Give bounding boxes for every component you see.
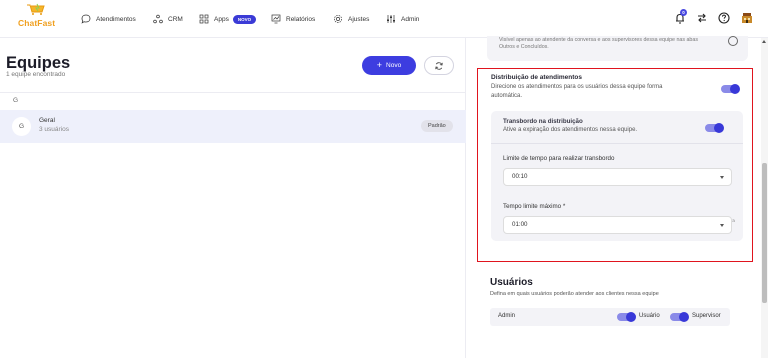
distribution-section: Distribuição de atendimentos Direcione o…: [477, 68, 753, 262]
time-limit-label: Limite de tempo para realizar transbordo: [503, 155, 615, 162]
store-avatar-icon: [742, 13, 752, 23]
nav-relatorios[interactable]: Relatórios: [271, 12, 315, 26]
nav-label: Atendimentos: [96, 15, 136, 23]
transfer-button[interactable]: [695, 11, 709, 25]
supervisor-role-toggle[interactable]: [670, 312, 689, 322]
help-icon: [718, 12, 730, 24]
visibility-option-text: Visível apenas ao atendente da conversa …: [499, 37, 698, 50]
chevron-down-icon: [720, 224, 724, 227]
team-name: Geral: [39, 117, 55, 124]
user-role-label: Usuário: [639, 313, 660, 319]
plus-icon: +: [376, 60, 383, 70]
user-role-toggle[interactable]: [617, 312, 636, 322]
teams-count: 1 equipe encontrado: [6, 71, 66, 78]
vertical-scrollbar[interactable]: [761, 38, 768, 358]
users-section-description: Defina em quais usuários poderão atender…: [490, 291, 659, 297]
user-row: Admin Usuário Supervisor: [490, 308, 730, 326]
max-time-label: Tempo limite máximo *: [503, 203, 566, 210]
nav-label: Apps: [214, 15, 229, 23]
sliders-icon: [387, 15, 395, 23]
chat-bubble-icon: [81, 14, 91, 24]
nav-label: CRM: [168, 15, 183, 23]
scrollbar-thumb[interactable]: [762, 163, 767, 303]
nav-label: Relatórios: [286, 15, 316, 23]
divider: [491, 143, 743, 144]
team-row[interactable]: G Geral 3 usuários Padrão: [0, 110, 466, 143]
help-button[interactable]: [717, 11, 731, 25]
users-section-title: Usuários: [490, 277, 533, 288]
distribution-title: Distribuição de atendimentos: [491, 74, 583, 81]
notification-count: 0: [680, 9, 687, 16]
default-badge: Padrão: [421, 120, 453, 132]
time-limit-value: 00:10: [512, 173, 528, 180]
nav-atendimentos[interactable]: Atendimentos: [81, 12, 136, 26]
swap-arrows-icon: [698, 13, 706, 23]
team-user-count: 3 usuários: [39, 126, 69, 133]
transbordo-title: Transbordo na distribuição: [503, 118, 583, 125]
max-time-value: 01:00: [512, 221, 528, 228]
scroll-up-icon[interactable]: [762, 40, 766, 43]
nav-ajustes[interactable]: Ajustes: [333, 12, 369, 26]
max-time-select[interactable]: 01:00: [503, 216, 732, 234]
group-header: G: [0, 92, 466, 108]
transbordo-description: Ative a expiração dos atendimentos nessa…: [503, 127, 638, 133]
top-navigation-bar: ChatFast Atendimentos CRM Apps NOVO Rela…: [0, 0, 768, 38]
distribution-description: Direcione os atendimentos para os usuári…: [491, 84, 663, 99]
new-badge: NOVO: [232, 14, 257, 24]
user-menu-button[interactable]: [740, 11, 754, 25]
visibility-radio[interactable]: [728, 36, 738, 46]
nav-label: Ajustes: [348, 15, 370, 23]
teams-panel: Equipes 1 equipe encontrado + Novo G G G…: [0, 38, 466, 358]
team-avatar: G: [12, 117, 31, 136]
gear-icon: [334, 15, 342, 23]
visibility-option-card: Visível apenas ao atendente da conversa …: [487, 36, 748, 61]
grid-icon: [199, 14, 209, 24]
refresh-icon: [435, 61, 443, 70]
nav-admin[interactable]: Admin: [386, 12, 419, 26]
team-settings-panel: Visível apenas ao atendente da conversa …: [467, 36, 768, 358]
chevron-down-icon: [720, 176, 724, 179]
chatfast-logo[interactable]: ChatFast: [18, 3, 56, 33]
distribution-toggle[interactable]: [721, 84, 740, 94]
brand-name: ChatFast: [18, 18, 56, 28]
transbordo-toggle[interactable]: [705, 123, 724, 133]
cart-logo-icon: [27, 3, 45, 15]
supervisor-role-label: Supervisor: [692, 313, 721, 319]
user-name: Admin: [498, 313, 516, 319]
nav-label: Admin: [401, 15, 420, 23]
crm-nodes-icon: [153, 14, 163, 24]
chart-icon: [271, 14, 281, 24]
time-limit-select[interactable]: 00:10: [503, 168, 732, 186]
nav-apps[interactable]: Apps NOVO: [199, 12, 257, 26]
notifications-button[interactable]: 0: [673, 9, 687, 25]
nav-crm[interactable]: CRM: [153, 12, 183, 26]
new-team-button[interactable]: + Novo: [362, 56, 416, 75]
refresh-button[interactable]: [424, 56, 454, 75]
new-team-label: Novo: [386, 62, 402, 69]
